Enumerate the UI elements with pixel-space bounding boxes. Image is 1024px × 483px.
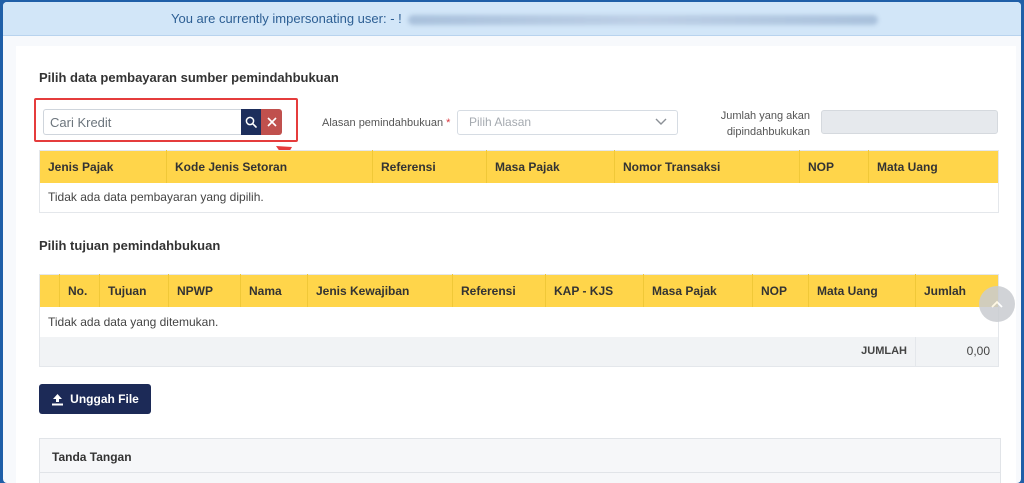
- search-highlight-box: [34, 98, 298, 142]
- column-header: [39, 274, 60, 307]
- column-header: Nomor Transaksi: [614, 150, 800, 183]
- table-row: Tidak ada data yang ditemukan.: [40, 307, 999, 337]
- column-header: Referensi: [372, 150, 487, 183]
- impersonation-text: You are currently impersonating user: - …: [171, 11, 402, 26]
- search-button[interactable]: [241, 109, 261, 135]
- transfer-form-card: Pilih data pembayaran sumber pemindahbuk…: [16, 46, 1016, 483]
- column-header: Masa Pajak: [643, 274, 753, 307]
- source-payment-table: Jenis Pajak Kode Jenis Setoran Referensi…: [39, 150, 999, 213]
- table-header-row: No. Tujuan NPWP Nama Jenis Kewajiban Ref…: [39, 274, 999, 307]
- chevron-up-icon: [991, 300, 1003, 308]
- upload-file-button[interactable]: Unggah File: [39, 384, 151, 414]
- search-icon: [245, 116, 257, 128]
- amount-field: [821, 110, 998, 134]
- table-header-row: Jenis Pajak Kode Jenis Setoran Referensi…: [39, 150, 999, 183]
- column-header: Tujuan: [99, 274, 169, 307]
- empty-message: Tidak ada data yang ditemukan.: [48, 314, 219, 329]
- redacted-username: [407, 14, 878, 25]
- scroll-to-top-button[interactable]: [979, 286, 1015, 322]
- reason-label: Alasan pemindahbukuan *: [322, 117, 451, 129]
- reason-select[interactable]: Pilih Alasan: [457, 110, 678, 135]
- amount-label: Jumlah yang akan dipindahbukukan: [720, 110, 810, 138]
- impersonation-banner: You are currently impersonating user: - …: [3, 2, 1021, 36]
- app-frame: You are currently impersonating user: - …: [3, 2, 1021, 483]
- upload-icon: [52, 393, 64, 405]
- column-header: NOP: [799, 150, 869, 183]
- upload-file-label: Unggah File: [70, 392, 139, 406]
- column-header: Jenis Kewajiban: [307, 274, 453, 307]
- column-header: Kode Jenis Setoran: [166, 150, 373, 183]
- column-header: KAP - KJS: [545, 274, 644, 307]
- source-section-title: Pilih data pembayaran sumber pemindahbuk…: [39, 70, 339, 85]
- empty-message: Tidak ada data pembayaran yang dipilih.: [48, 190, 264, 205]
- signature-panel-title: Tanda Tangan: [40, 439, 1000, 473]
- column-header: Mata Uang: [868, 150, 999, 183]
- target-section-title: Pilih tujuan pemindahbukuan: [39, 238, 221, 253]
- table-row: Tidak ada data pembayaran yang dipilih.: [40, 183, 999, 213]
- column-header: NPWP: [168, 274, 241, 307]
- close-icon: [266, 117, 277, 127]
- column-header: Nama: [240, 274, 308, 307]
- credit-search-input[interactable]: [43, 109, 241, 135]
- total-row: JUMLAH 0,00: [39, 336, 999, 367]
- target-table: No. Tujuan NPWP Nama Jenis Kewajiban Ref…: [39, 274, 999, 367]
- total-value: 0,00: [915, 336, 999, 367]
- required-marker: *: [446, 117, 451, 129]
- column-header: Masa Pajak: [486, 150, 615, 183]
- column-header: Jenis Pajak: [39, 150, 167, 183]
- column-header: Mata Uang: [808, 274, 916, 307]
- clear-search-button[interactable]: [261, 109, 282, 135]
- column-header: Referensi: [452, 274, 546, 307]
- column-header: NOP: [752, 274, 809, 307]
- total-label: JUMLAH: [39, 336, 916, 367]
- column-header: No.: [59, 274, 100, 307]
- reason-select-value: Pilih Alasan: [469, 115, 532, 129]
- signature-panel: Tanda Tangan: [39, 438, 1001, 483]
- chevron-down-icon: [655, 118, 667, 125]
